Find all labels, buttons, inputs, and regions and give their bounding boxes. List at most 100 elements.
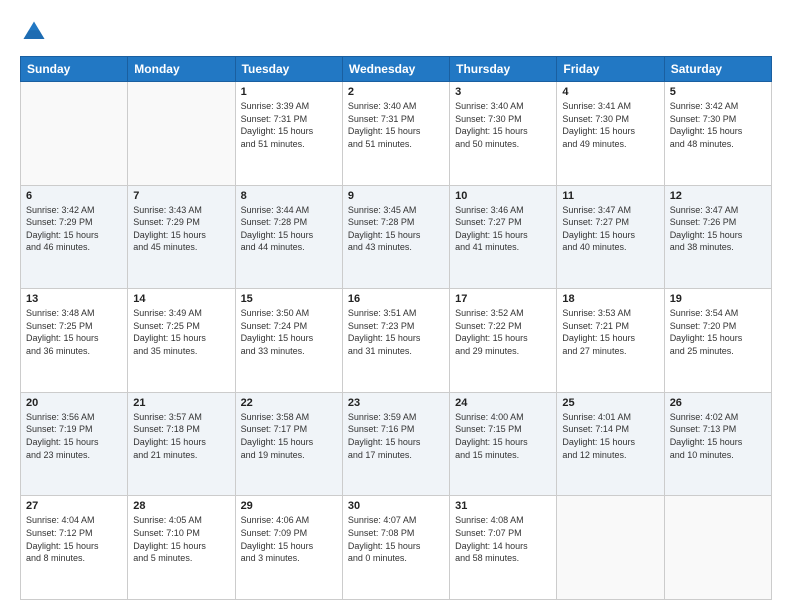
day-cell xyxy=(557,496,664,600)
day-number: 20 xyxy=(26,397,122,409)
day-number: 22 xyxy=(241,397,337,409)
day-cell: 31 Sunrise: 4:08 AM Sunset: 7:07 PM Dayli… xyxy=(450,496,557,600)
day-info: Sunrise: 3:47 AM Sunset: 7:26 PM Dayligh… xyxy=(670,204,766,254)
day-cell: 2Sunrise: 3:40 AM Sunset: 7:31 PM Daylig… xyxy=(342,82,449,186)
day-info: Sunrise: 3:53 AM Sunset: 7:21 PM Dayligh… xyxy=(562,307,658,357)
day-number: 10 xyxy=(455,190,551,202)
week-row-1: 1 Sunrise: 3:39 AM Sunset: 7:31 PM Daylig… xyxy=(21,82,772,186)
logo xyxy=(20,18,52,46)
day-number: 27 xyxy=(26,500,122,512)
weekday-header-friday: Friday xyxy=(557,57,664,82)
day-info: Sunrise: 3:45 AM Sunset: 7:28 PM Dayligh… xyxy=(348,204,444,254)
day-number: 24 xyxy=(455,397,551,409)
day-cell xyxy=(128,82,235,186)
day-number: 19 xyxy=(670,293,766,305)
day-cell: 26 Sunrise: 4:02 AM Sunset: 7:13 PM Dayli… xyxy=(664,392,771,496)
day-info: Sunrise: 3:51 AM Sunset: 7:23 PM Dayligh… xyxy=(348,307,444,357)
day-info: Sunrise: 3:42 AM Sunset: 7:30 PM Dayligh… xyxy=(670,100,766,150)
day-info: Sunrise: 4:07 AM Sunset: 7:08 PM Dayligh… xyxy=(348,514,444,564)
weekday-header-thursday: Thursday xyxy=(450,57,557,82)
day-info: Sunrise: 3:40 AM Sunset: 7:30 PM Dayligh… xyxy=(455,100,551,150)
day-info: Sunrise: 3:46 AM Sunset: 7:27 PM Dayligh… xyxy=(455,204,551,254)
day-info: Sunrise: 4:02 AM Sunset: 7:13 PM Dayligh… xyxy=(670,411,766,461)
day-number: 3 xyxy=(455,86,551,98)
day-number: 17 xyxy=(455,293,551,305)
day-cell: 28 Sunrise: 4:05 AM Sunset: 7:10 PM Dayli… xyxy=(128,496,235,600)
day-cell: 22 Sunrise: 3:58 AM Sunset: 7:17 PM Dayli… xyxy=(235,392,342,496)
day-cell: 27 Sunrise: 4:04 AM Sunset: 7:12 PM Dayli… xyxy=(21,496,128,600)
day-info: Sunrise: 4:01 AM Sunset: 7:14 PM Dayligh… xyxy=(562,411,658,461)
day-number: 7 xyxy=(133,190,229,202)
week-row-3: 13Sunrise: 3:48 AM Sunset: 7:25 PM Dayli… xyxy=(21,289,772,393)
day-number: 25 xyxy=(562,397,658,409)
weekday-header-wednesday: Wednesday xyxy=(342,57,449,82)
day-info: Sunrise: 3:54 AM Sunset: 7:20 PM Dayligh… xyxy=(670,307,766,357)
day-cell: 13Sunrise: 3:48 AM Sunset: 7:25 PM Dayli… xyxy=(21,289,128,393)
day-info: Sunrise: 3:48 AM Sunset: 7:25 PM Dayligh… xyxy=(26,307,122,357)
day-number: 14 xyxy=(133,293,229,305)
day-cell: 8 Sunrise: 3:44 AM Sunset: 7:28 PM Daylig… xyxy=(235,185,342,289)
day-info: Sunrise: 3:58 AM Sunset: 7:17 PM Dayligh… xyxy=(241,411,337,461)
day-info: Sunrise: 4:08 AM Sunset: 7:07 PM Dayligh… xyxy=(455,514,551,564)
day-info: Sunrise: 3:47 AM Sunset: 7:27 PM Dayligh… xyxy=(562,204,658,254)
day-cell: 29 Sunrise: 4:06 AM Sunset: 7:09 PM Dayli… xyxy=(235,496,342,600)
day-info: Sunrise: 3:49 AM Sunset: 7:25 PM Dayligh… xyxy=(133,307,229,357)
weekday-header-tuesday: Tuesday xyxy=(235,57,342,82)
day-number: 30 xyxy=(348,500,444,512)
day-cell: 21 Sunrise: 3:57 AM Sunset: 7:18 PM Dayli… xyxy=(128,392,235,496)
day-cell: 5 Sunrise: 3:42 AM Sunset: 7:30 PM Daylig… xyxy=(664,82,771,186)
day-cell: 17 Sunrise: 3:52 AM Sunset: 7:22 PM Dayli… xyxy=(450,289,557,393)
day-info: Sunrise: 3:52 AM Sunset: 7:22 PM Dayligh… xyxy=(455,307,551,357)
weekday-header-saturday: Saturday xyxy=(664,57,771,82)
day-cell: 15Sunrise: 3:50 AM Sunset: 7:24 PM Dayli… xyxy=(235,289,342,393)
day-number: 21 xyxy=(133,397,229,409)
day-cell: 16Sunrise: 3:51 AM Sunset: 7:23 PM Dayli… xyxy=(342,289,449,393)
day-number: 6 xyxy=(26,190,122,202)
day-info: Sunrise: 3:39 AM Sunset: 7:31 PM Dayligh… xyxy=(241,100,337,150)
day-number: 26 xyxy=(670,397,766,409)
day-cell: 18 Sunrise: 3:53 AM Sunset: 7:21 PM Dayli… xyxy=(557,289,664,393)
day-info: Sunrise: 4:04 AM Sunset: 7:12 PM Dayligh… xyxy=(26,514,122,564)
logo-icon xyxy=(20,18,48,46)
day-number: 31 xyxy=(455,500,551,512)
day-cell xyxy=(664,496,771,600)
day-cell: 4 Sunrise: 3:41 AM Sunset: 7:30 PM Daylig… xyxy=(557,82,664,186)
day-info: Sunrise: 4:06 AM Sunset: 7:09 PM Dayligh… xyxy=(241,514,337,564)
day-cell: 19 Sunrise: 3:54 AM Sunset: 7:20 PM Dayli… xyxy=(664,289,771,393)
day-cell: 12 Sunrise: 3:47 AM Sunset: 7:26 PM Dayli… xyxy=(664,185,771,289)
day-number: 18 xyxy=(562,293,658,305)
day-info: Sunrise: 4:05 AM Sunset: 7:10 PM Dayligh… xyxy=(133,514,229,564)
week-row-5: 27 Sunrise: 4:04 AM Sunset: 7:12 PM Dayli… xyxy=(21,496,772,600)
day-info: Sunrise: 3:43 AM Sunset: 7:29 PM Dayligh… xyxy=(133,204,229,254)
day-cell: 10 Sunrise: 3:46 AM Sunset: 7:27 PM Dayli… xyxy=(450,185,557,289)
day-info: Sunrise: 3:42 AM Sunset: 7:29 PM Dayligh… xyxy=(26,204,122,254)
day-info: Sunrise: 3:40 AM Sunset: 7:31 PM Dayligh… xyxy=(348,100,444,150)
weekday-header-sunday: Sunday xyxy=(21,57,128,82)
day-number: 8 xyxy=(241,190,337,202)
day-number: 12 xyxy=(670,190,766,202)
day-cell: 1 Sunrise: 3:39 AM Sunset: 7:31 PM Daylig… xyxy=(235,82,342,186)
day-cell: 11Sunrise: 3:47 AM Sunset: 7:27 PM Dayli… xyxy=(557,185,664,289)
header xyxy=(20,18,772,46)
day-cell: 3 Sunrise: 3:40 AM Sunset: 7:30 PM Daylig… xyxy=(450,82,557,186)
day-info: Sunrise: 3:57 AM Sunset: 7:18 PM Dayligh… xyxy=(133,411,229,461)
week-row-4: 20Sunrise: 3:56 AM Sunset: 7:19 PM Dayli… xyxy=(21,392,772,496)
day-info: Sunrise: 3:41 AM Sunset: 7:30 PM Dayligh… xyxy=(562,100,658,150)
day-number: 1 xyxy=(241,86,337,98)
day-cell: 20Sunrise: 3:56 AM Sunset: 7:19 PM Dayli… xyxy=(21,392,128,496)
page: SundayMondayTuesdayWednesdayThursdayFrid… xyxy=(0,0,792,612)
day-info: Sunrise: 4:00 AM Sunset: 7:15 PM Dayligh… xyxy=(455,411,551,461)
day-info: Sunrise: 3:44 AM Sunset: 7:28 PM Dayligh… xyxy=(241,204,337,254)
day-cell: 25 Sunrise: 4:01 AM Sunset: 7:14 PM Dayli… xyxy=(557,392,664,496)
day-number: 5 xyxy=(670,86,766,98)
day-cell: 7 Sunrise: 3:43 AM Sunset: 7:29 PM Daylig… xyxy=(128,185,235,289)
day-cell: 6 Sunrise: 3:42 AM Sunset: 7:29 PM Daylig… xyxy=(21,185,128,289)
day-number: 4 xyxy=(562,86,658,98)
day-cell: 14 Sunrise: 3:49 AM Sunset: 7:25 PM Dayli… xyxy=(128,289,235,393)
day-info: Sunrise: 3:59 AM Sunset: 7:16 PM Dayligh… xyxy=(348,411,444,461)
day-cell: 24 Sunrise: 4:00 AM Sunset: 7:15 PM Dayli… xyxy=(450,392,557,496)
day-number: 28 xyxy=(133,500,229,512)
weekday-header-row: SundayMondayTuesdayWednesdayThursdayFrid… xyxy=(21,57,772,82)
day-number: 29 xyxy=(241,500,337,512)
day-cell: 30 Sunrise: 4:07 AM Sunset: 7:08 PM Dayli… xyxy=(342,496,449,600)
